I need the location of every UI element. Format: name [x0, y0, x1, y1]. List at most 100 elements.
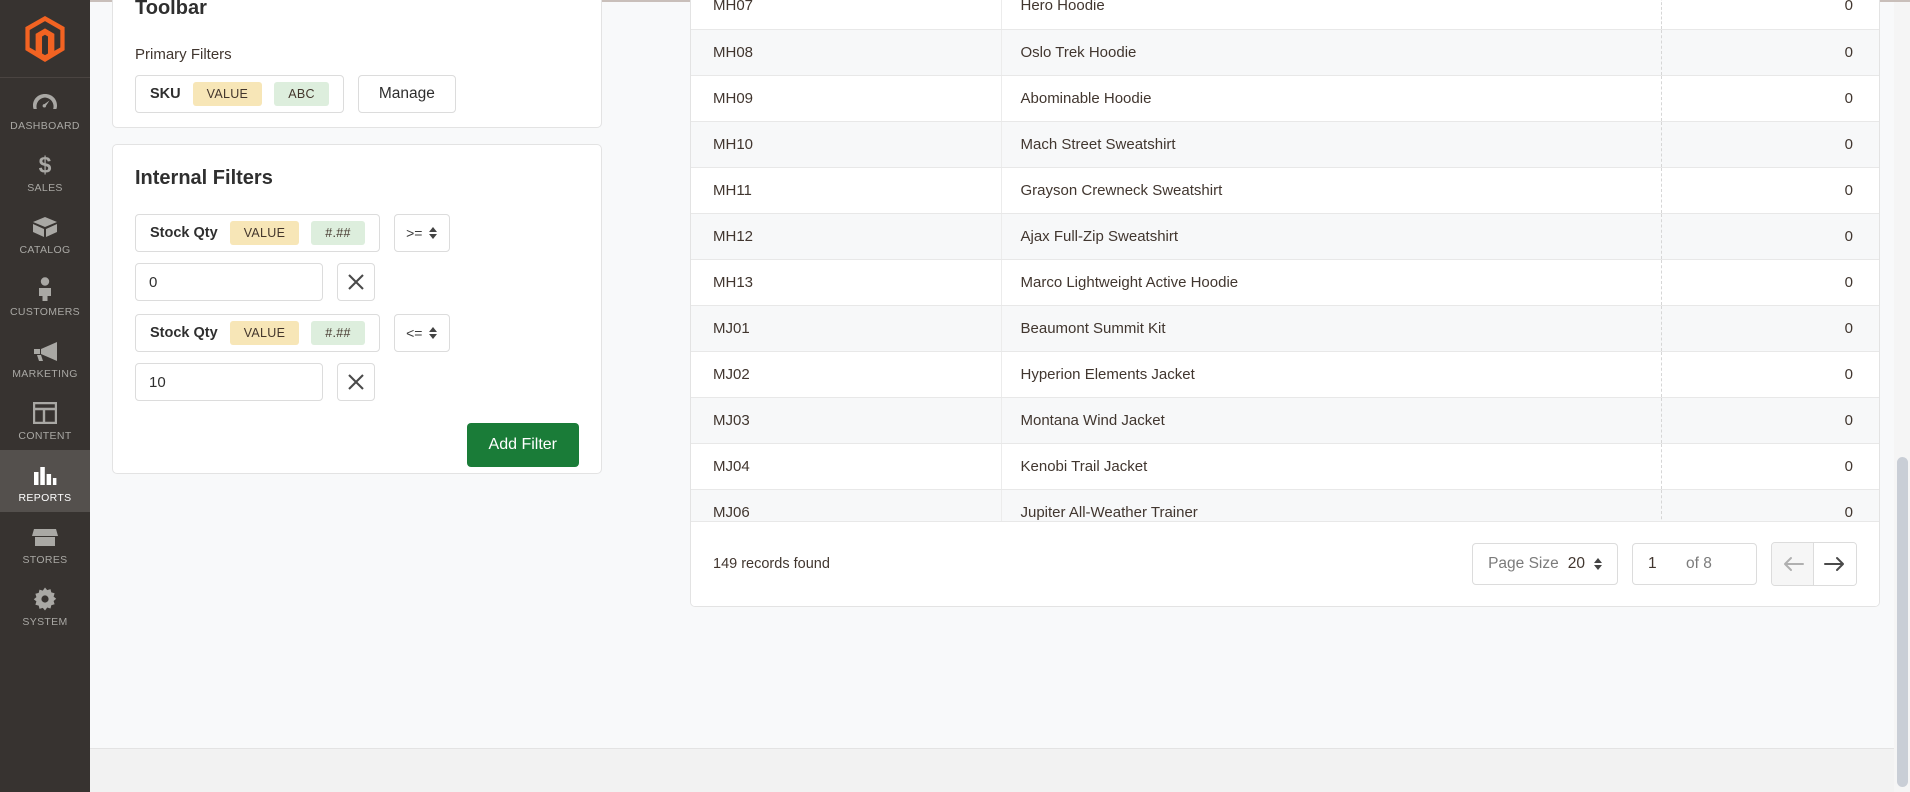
sidebar-item-label: CATALOG — [19, 244, 71, 256]
table-row[interactable]: MH09 Abominable Hoodie 0 — [691, 75, 1879, 122]
admin-page: DASHBOARD $ SALES CATALOG CUSTOMERS MARK… — [0, 0, 1910, 792]
panel-title-toolbar: Toolbar — [135, 0, 207, 19]
sidebar-item-label: SALES — [27, 182, 63, 194]
sidebar-item-label: MARKETING — [12, 368, 78, 380]
table-row[interactable]: MJ01 Beaumont Summit Kit 0 — [691, 305, 1879, 352]
products-table: MH07 Hero Hoodie 0 MH08 Oslo Trek Hoodie… — [691, 0, 1879, 536]
add-filter-button[interactable]: Add Filter — [466, 423, 579, 467]
internal-filter-token[interactable]: Stock Qty VALUE #.## — [135, 214, 380, 252]
cell-name: Grayson Crewneck Sweatshirt — [1001, 167, 1662, 214]
remove-filter-button[interactable] — [337, 263, 375, 301]
close-x-icon — [348, 274, 364, 290]
filter-value-input[interactable] — [135, 363, 323, 401]
next-page-button[interactable] — [1814, 543, 1856, 585]
toolbar-panel: Toolbar Primary Filters SKU VALUE ABC Ma… — [112, 0, 602, 128]
person-icon — [36, 276, 54, 302]
operator-select[interactable]: >= — [393, 214, 450, 252]
sidebar-item-sales[interactable]: $ SALES — [0, 140, 90, 202]
cell-qty: 0 — [1661, 397, 1879, 444]
total-pages-label: of 8 — [1686, 555, 1712, 572]
scrollbar-thumb[interactable] — [1897, 457, 1908, 787]
filter-value-pill: VALUE — [229, 321, 300, 345]
pagination-controls: Page Size 20 of 8 — [1472, 542, 1857, 586]
cell-sku: MJ04 — [691, 443, 1002, 490]
filter-value-input[interactable] — [135, 263, 323, 301]
page-scrollbar[interactable] — [1894, 2, 1910, 792]
table-row[interactable]: MH07 Hero Hoodie 0 — [691, 0, 1879, 30]
previous-page-button[interactable] — [1772, 543, 1814, 585]
cell-name: Ajax Full-Zip Sweatshirt — [1001, 213, 1662, 260]
sidebar-item-label: DASHBOARD — [10, 120, 80, 132]
table-row[interactable]: MJ03 Montana Wind Jacket 0 — [691, 397, 1879, 444]
table-row[interactable]: MJ02 Hyperion Elements Jacket 0 — [691, 351, 1879, 398]
sidebar-item-stores[interactable]: STORES — [0, 512, 90, 574]
page-number-input[interactable] — [1648, 555, 1682, 573]
sidebar-item-system[interactable]: SYSTEM — [0, 574, 90, 636]
cell-qty: 0 — [1661, 443, 1879, 490]
dashboard-gauge-icon — [32, 90, 58, 116]
internal-filter-row: Stock Qty VALUE #.## >= — [135, 214, 579, 252]
filter-value-pill: VALUE — [192, 82, 263, 106]
filter-field-name: SKU — [150, 86, 181, 102]
page-size-select[interactable]: Page Size 20 — [1472, 543, 1618, 585]
sidebar-item-customers[interactable]: CUSTOMERS — [0, 264, 90, 326]
low-stock-grid-panel: MH07 Hero Hoodie 0 MH08 Oslo Trek Hoodie… — [690, 0, 1880, 607]
page-footer — [90, 748, 1910, 792]
page-arrows — [1771, 542, 1857, 586]
panel-title-internal-filters: Internal Filters — [135, 167, 273, 189]
cell-sku: MJ02 — [691, 351, 1002, 398]
table-row[interactable]: MH12 Ajax Full-Zip Sweatshirt 0 — [691, 213, 1879, 260]
table-row[interactable]: MH08 Oslo Trek Hoodie 0 — [691, 29, 1879, 76]
cell-sku: MJ01 — [691, 305, 1002, 352]
internal-filter-token[interactable]: Stock Qty VALUE #.## — [135, 314, 380, 352]
table-row[interactable]: MH10 Mach Street Sweatshirt 0 — [691, 121, 1879, 168]
cell-name: Mach Street Sweatshirt — [1001, 121, 1662, 168]
primary-filters-label: Primary Filters — [135, 46, 232, 63]
layout-page-icon — [33, 400, 57, 426]
sidebar-item-label: CUSTOMERS — [9, 306, 81, 318]
cell-name: Hyperion Elements Jacket — [1001, 351, 1662, 398]
cell-sku: MH13 — [691, 259, 1002, 306]
box-icon — [32, 214, 58, 240]
cell-sku: MH09 — [691, 75, 1002, 122]
magento-logo[interactable] — [0, 0, 90, 78]
internal-filters-panel: Internal Filters Stock Qty VALUE #.## >= — [112, 144, 602, 474]
cell-qty: 0 — [1661, 305, 1879, 352]
arrow-left-icon — [1783, 557, 1804, 571]
manage-button[interactable]: Manage — [357, 75, 456, 113]
cell-qty: 0 — [1661, 167, 1879, 214]
sidebar-item-catalog[interactable]: CATALOG — [0, 202, 90, 264]
table-row[interactable]: MJ04 Kenobi Trail Jacket 0 — [691, 443, 1879, 490]
operator-select[interactable]: <= — [393, 314, 450, 352]
sidebar-item-content[interactable]: CONTENT — [0, 388, 90, 450]
operator-value: <= — [406, 325, 423, 341]
internal-filter-row: Stock Qty VALUE #.## <= — [135, 314, 579, 352]
gear-icon — [33, 586, 57, 612]
cell-sku: MH12 — [691, 213, 1002, 260]
primary-filter-token[interactable]: SKU VALUE ABC — [135, 75, 344, 113]
sidebar-item-marketing[interactable]: MARKETING — [0, 326, 90, 388]
cell-qty: 0 — [1661, 259, 1879, 306]
page-number-box[interactable]: of 8 — [1632, 543, 1757, 585]
table-row[interactable]: MH11 Grayson Crewneck Sweatshirt 0 — [691, 167, 1879, 214]
content-area: Toolbar Primary Filters SKU VALUE ABC Ma… — [90, 0, 1910, 748]
internal-filter-value-row — [135, 263, 579, 301]
cell-sku: MH11 — [691, 167, 1002, 214]
remove-filter-button[interactable] — [337, 363, 375, 401]
chevron-updown-icon — [1594, 558, 1602, 570]
close-x-icon — [348, 374, 364, 390]
admin-sidebar: DASHBOARD $ SALES CATALOG CUSTOMERS MARK… — [0, 0, 90, 792]
sidebar-item-reports[interactable]: REPORTS — [0, 450, 90, 512]
filter-type-pill: #.## — [311, 321, 365, 345]
magento-logo-icon — [25, 15, 65, 62]
sidebar-item-dashboard[interactable]: DASHBOARD — [0, 78, 90, 140]
bar-chart-icon — [33, 462, 57, 488]
add-filter-row: Add Filter — [135, 423, 579, 467]
grid-footer: 149 records found Page Size 20 of 8 — [691, 521, 1879, 606]
table-row[interactable]: MH13 Marco Lightweight Active Hoodie 0 — [691, 259, 1879, 306]
cell-name: Montana Wind Jacket — [1001, 397, 1662, 444]
arrow-right-icon — [1824, 557, 1844, 571]
records-found-label: 149 records found — [713, 556, 830, 572]
cell-qty: 0 — [1661, 29, 1879, 76]
cell-qty: 0 — [1661, 351, 1879, 398]
